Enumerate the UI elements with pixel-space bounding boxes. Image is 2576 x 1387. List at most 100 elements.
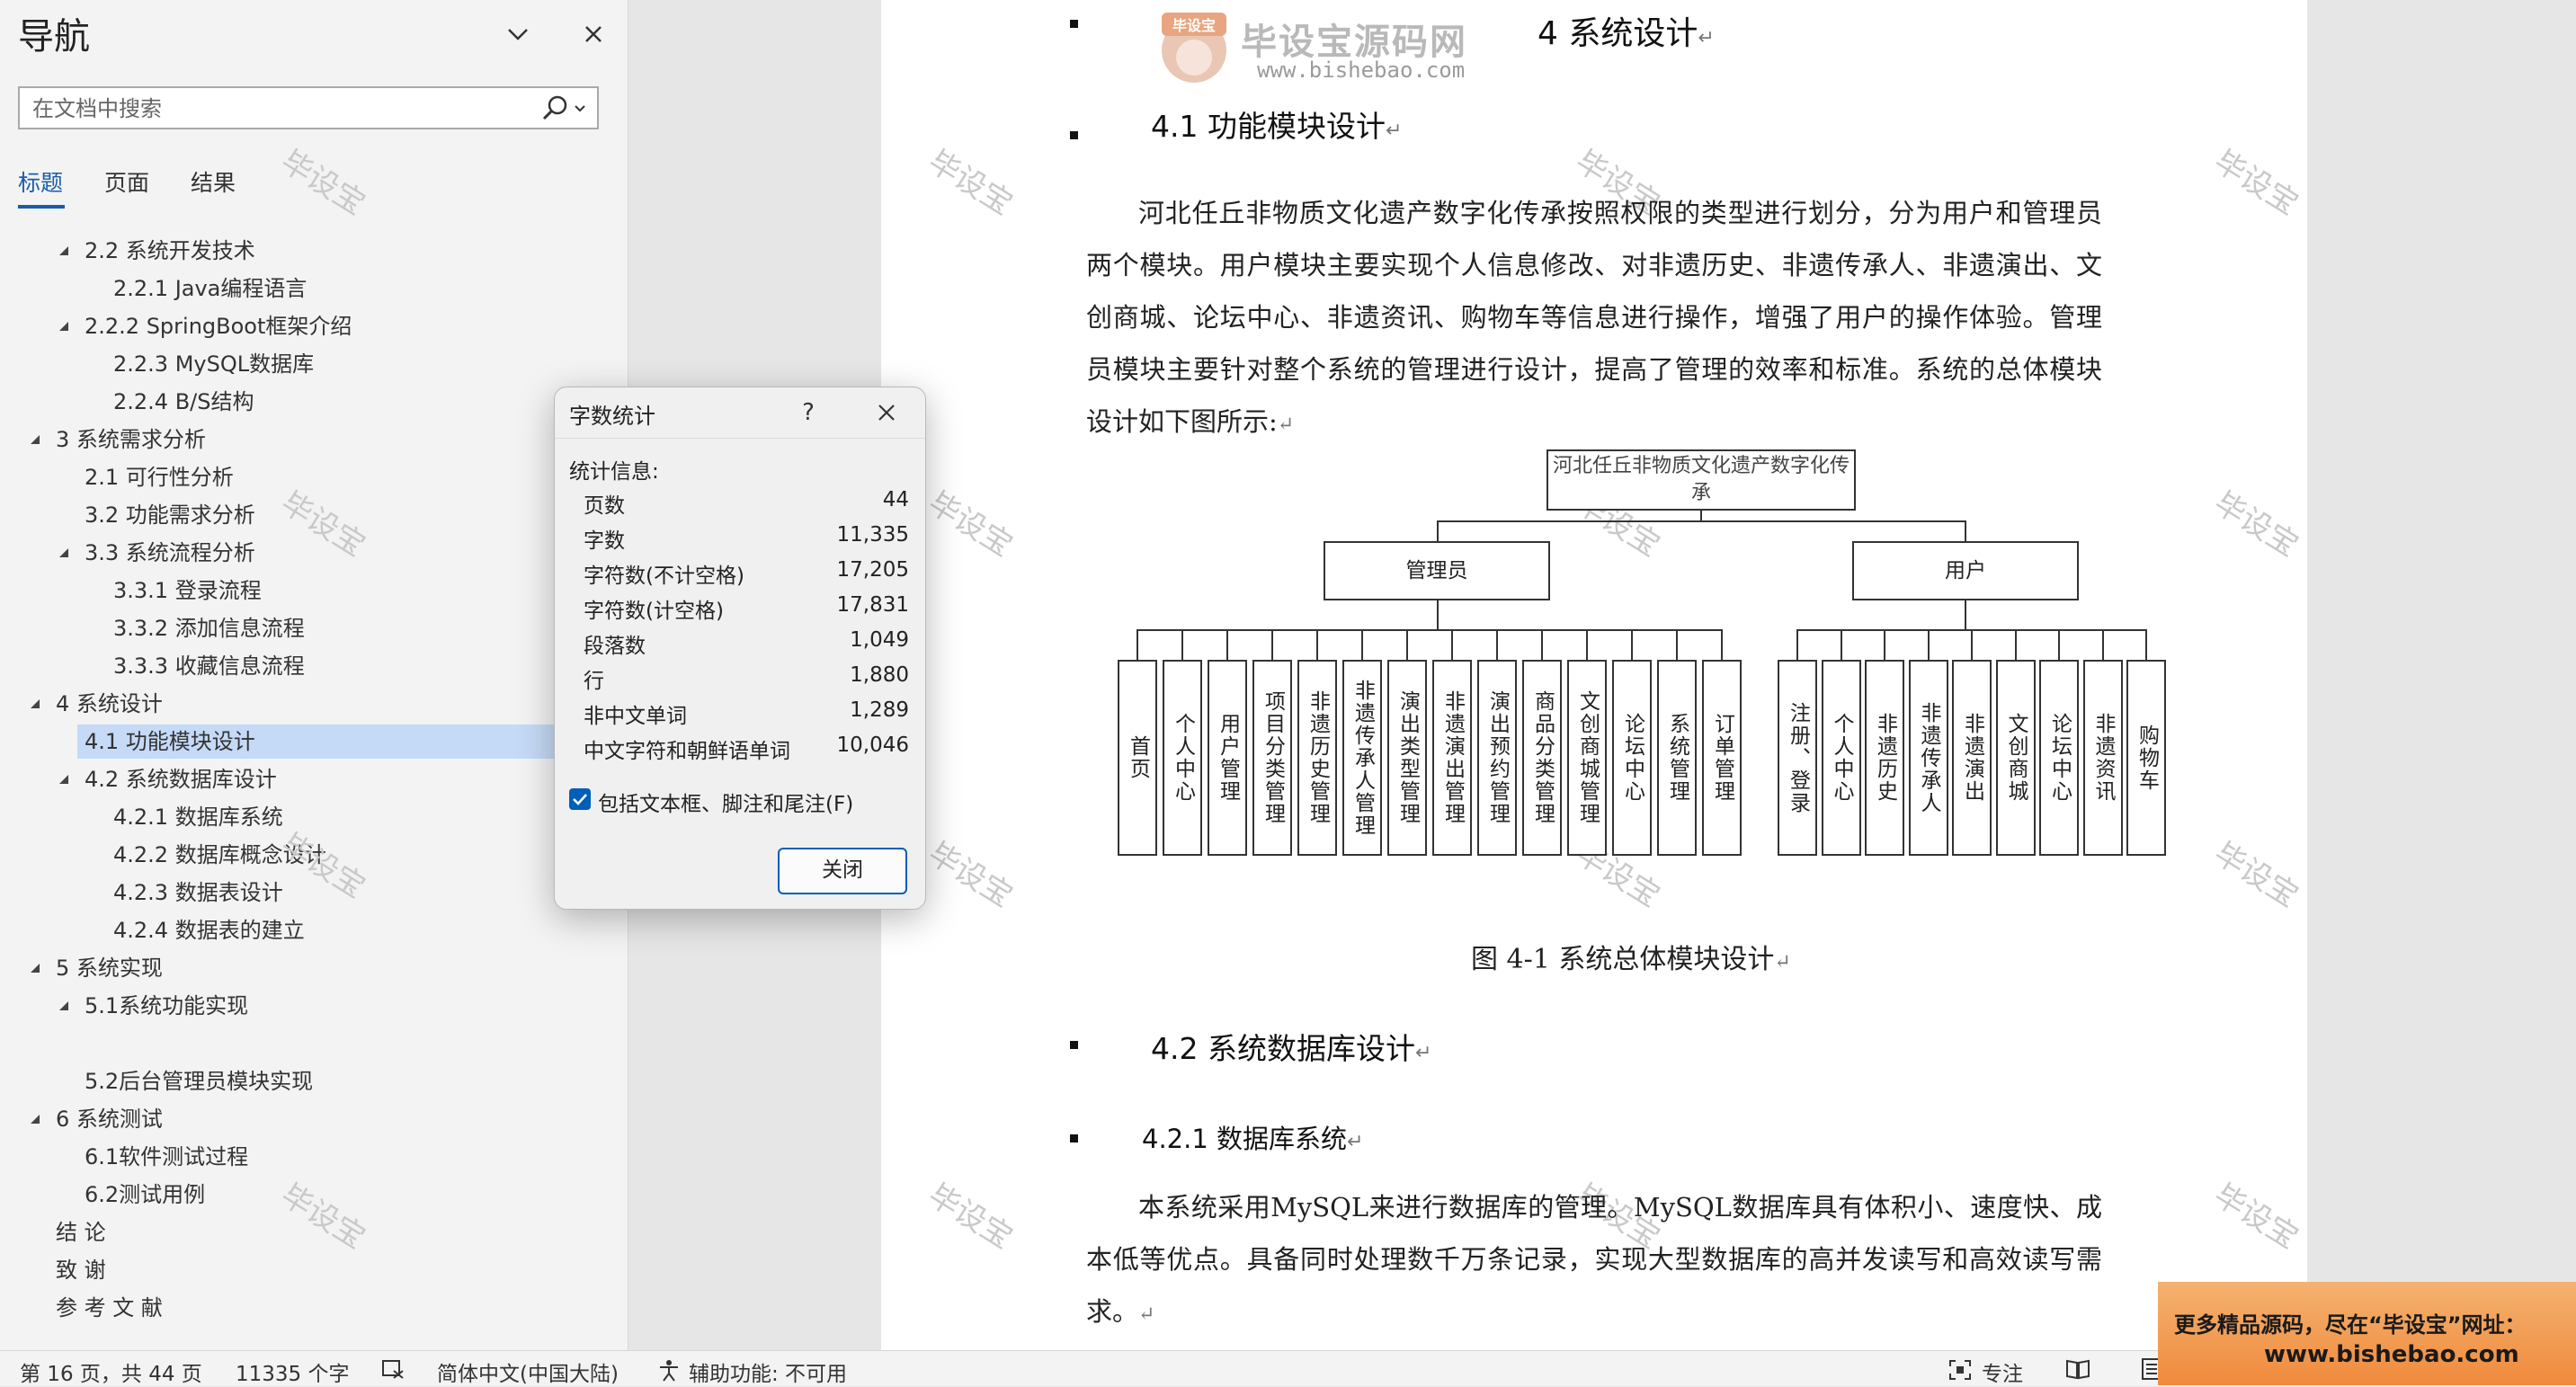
nav-heading-item[interactable]: 致 谢 <box>0 1253 557 1287</box>
expand-arrow-icon[interactable] <box>58 320 70 333</box>
nav-heading-item[interactable]: 6 系统测试 <box>0 1102 557 1136</box>
close-button[interactable]: 关闭 <box>778 848 907 894</box>
heading-1[interactable]: 4 系统设计↵ <box>1538 7 1715 54</box>
stat-row: 页数 44 <box>584 488 909 522</box>
connector-line <box>1361 629 1363 660</box>
nav-heading-item[interactable]: 4.2 系统数据库设计 <box>0 762 557 796</box>
stat-row: 中文字符和朝鲜语单词 10,046 <box>584 734 909 768</box>
watermark: 毕设宝 <box>2207 835 2304 915</box>
module-label: 购物车 <box>2135 724 2159 792</box>
module-label: 注册、登录 <box>1786 701 1810 814</box>
page-count[interactable]: 第 16 页，共 44 页 <box>20 1356 202 1387</box>
nav-heading-label: 6.1软件测试过程 <box>85 1144 249 1169</box>
nav-heading-label: 3.3.3 收藏信息流程 <box>113 653 305 679</box>
heading-4-2[interactable]: 4.2 系统数据库设计↵ <box>1151 1025 1431 1068</box>
nav-heading-item[interactable]: 6.1软件测试过程 <box>0 1140 557 1174</box>
expand-arrow-icon[interactable] <box>29 962 41 974</box>
read-mode-icon[interactable] <box>2064 1357 2091 1386</box>
include-textboxes-checkbox[interactable] <box>569 788 591 810</box>
expand-arrow-icon[interactable] <box>58 1000 70 1012</box>
close-icon[interactable] <box>575 16 611 52</box>
nav-heading-item[interactable]: 2.2.3 MySQL数据库 <box>0 347 557 381</box>
nav-heading-item[interactable]: 3.3 系统流程分析 <box>0 536 557 570</box>
help-button[interactable]: ? <box>790 395 826 431</box>
focus-mode-icon[interactable] <box>1948 1358 1973 1387</box>
checkbox-label[interactable]: 包括文本框、脚注和尾注(F) <box>598 787 853 817</box>
nav-heading-label: 致 谢 <box>56 1258 106 1283</box>
ad-url[interactable]: www.bishebao.com <box>2264 1341 2519 1368</box>
nav-heading-item[interactable]: 3.3.3 收藏信息流程 <box>0 649 557 683</box>
heading-4-1[interactable]: 4.1 功能模块设计↵ <box>1151 102 1402 146</box>
expand-arrow-icon[interactable] <box>29 698 41 710</box>
nav-heading-item[interactable]: 参 考 文 献 <box>0 1291 557 1325</box>
diagram-module-node: 非遗历史 <box>1865 660 1904 856</box>
proofing-icon[interactable] <box>381 1358 406 1385</box>
diagram-module-node: 演出预约管理 <box>1477 660 1517 856</box>
close-icon[interactable] <box>866 395 907 431</box>
connector-line <box>1226 629 1228 660</box>
tab-headings[interactable]: 标题 <box>18 165 63 198</box>
nav-heading-item[interactable]: 2.1 可行性分析 <box>0 460 557 494</box>
module-label: 非遗演出 <box>1960 713 1984 803</box>
ad-banner[interactable]: 更多精品源码，尽在“毕设宝”网址： www.bishebao.com <box>2158 1282 2576 1385</box>
connector-line <box>1676 629 1678 660</box>
body-paragraph-1[interactable]: 河北任丘非物质文化遗产数字化传承按照权限的类型进行划分，分为用户和管理员两个模块… <box>1086 187 2102 451</box>
svg-text:毕设宝: 毕设宝 <box>1172 17 1216 34</box>
body-paragraph-2[interactable]: 本系统采用MySQL来进行数据库的管理。MySQL数据库具有体积小、速度快、成本… <box>1086 1181 2102 1341</box>
nav-heading-item[interactable] <box>0 1027 557 1061</box>
nav-heading-item[interactable]: 4.2.4 数据表的建立 <box>0 913 557 947</box>
nav-heading-item[interactable]: 2.2.1 Java编程语言 <box>0 271 557 306</box>
chevron-down-icon[interactable] <box>500 16 536 52</box>
connector-line <box>1796 629 1798 660</box>
watermark: 毕设宝 <box>2207 1177 2304 1257</box>
tab-results[interactable]: 结果 <box>191 165 236 198</box>
diagram-module-node: 订单管理 <box>1702 660 1742 856</box>
expand-arrow-icon[interactable] <box>29 1113 41 1125</box>
watermark: 毕设宝 <box>922 835 1019 915</box>
language-indicator[interactable]: 简体中文(中国大陆) <box>437 1356 619 1387</box>
accessibility-status[interactable]: 辅助功能: 不可用 <box>689 1356 847 1387</box>
nav-heading-item[interactable]: 4.2.1 数据库系统 <box>0 800 557 834</box>
expand-arrow-icon[interactable] <box>58 773 70 786</box>
nav-heading-item[interactable]: 3.3.1 登录流程 <box>0 573 557 608</box>
tab-pages[interactable]: 页面 <box>104 165 149 198</box>
module-label: 非遗演出管理 <box>1440 690 1465 825</box>
nav-heading-item[interactable]: 4.1 功能模块设计 <box>0 725 557 759</box>
expand-arrow-icon[interactable] <box>29 433 41 446</box>
module-label: 订单管理 <box>1710 713 1734 803</box>
expand-arrow-icon[interactable] <box>58 245 70 257</box>
diagram-root-node: 河北任丘非物质文化遗产数字化传承 <box>1546 449 1856 511</box>
connector-line <box>1136 629 1138 660</box>
diagram-module-node: 个人中心 <box>1163 660 1202 856</box>
nav-heading-item[interactable]: 结 论 <box>0 1215 557 1249</box>
nav-heading-item[interactable]: 5.2后台管理员模块实现 <box>0 1064 557 1098</box>
heading-4-2-1[interactable]: 4.2.1 数据库系统↵ <box>1142 1118 1363 1156</box>
nav-heading-item[interactable]: 4.2.3 数据表设计 <box>0 876 557 910</box>
nav-heading-label: 5 系统实现 <box>56 956 163 981</box>
word-count[interactable]: 11335 个字 <box>236 1356 349 1387</box>
focus-mode-label[interactable]: 专注 <box>1982 1356 2023 1387</box>
accessibility-icon[interactable] <box>656 1358 683 1387</box>
nav-heading-item[interactable]: 2.2 系统开发技术 <box>0 234 557 268</box>
search-input[interactable] <box>31 93 538 124</box>
module-label: 文创商城 <box>2004 713 2028 803</box>
nav-heading-label: 3 系统需求分析 <box>56 427 206 452</box>
connector-line <box>1541 629 1543 660</box>
diagram-module-node: 非遗资讯 <box>2082 660 2123 856</box>
nav-heading-item[interactable]: 4 系统设计 <box>0 687 557 721</box>
search-icon[interactable] <box>539 93 592 124</box>
figure-caption[interactable]: 图 4-1 系统总体模块设计↵ <box>1471 937 1791 976</box>
stat-value: 1,049 <box>850 628 909 652</box>
nav-heading-item[interactable]: 3 系统需求分析 <box>0 422 557 457</box>
nav-heading-item[interactable]: 5.1系统功能实现 <box>0 989 557 1023</box>
nav-heading-item[interactable]: 5 系统实现 <box>0 951 557 985</box>
diagram-module-node: 非遗传承人管理 <box>1342 660 1382 856</box>
watermark: 毕设宝 <box>274 143 371 223</box>
nav-heading-item[interactable]: 3.3.2 添加信息流程 <box>0 611 557 645</box>
word-count-dialog: 字数统计 ? 统计信息: 页数 44 字数 11,335 字符数(不计空格) 17,205… <box>554 387 926 910</box>
diagram-module-node: 系统管理 <box>1657 660 1697 856</box>
nav-heading-item[interactable]: 2.2.4 B/S结构 <box>0 385 557 419</box>
nav-heading-item[interactable]: 2.2.2 SpringBoot框架介绍 <box>0 309 557 343</box>
expand-arrow-icon[interactable] <box>58 547 70 559</box>
document-page[interactable]: 毕设宝 毕设宝 毕设宝 毕设宝 毕设宝 毕设宝 毕设宝 毕设宝 毕设宝 毕设宝 … <box>881 0 2307 1350</box>
